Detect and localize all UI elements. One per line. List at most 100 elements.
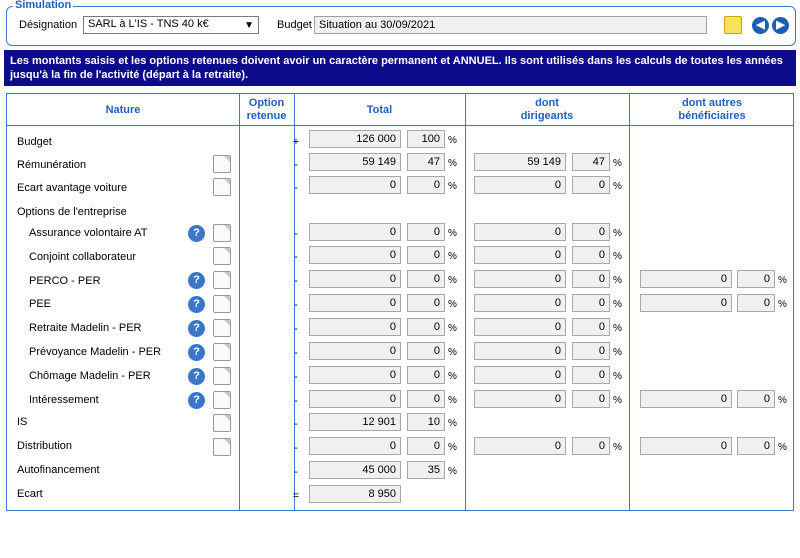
row-budget-total-pct[interactable]: 100 [407, 130, 445, 148]
row-remuneration-total-pct[interactable]: 47 [407, 153, 445, 171]
help-icon[interactable]: ? [188, 272, 205, 289]
row-ecart-voiture-total-pct[interactable]: 0 [407, 176, 445, 194]
row-retraite-dir[interactable]: 0 [474, 318, 566, 336]
row-chomage-dir[interactable]: 0 [474, 366, 566, 384]
row-prevoyance-dir[interactable]: 0 [474, 342, 566, 360]
row-chomage-dir-pct[interactable]: 0 [572, 366, 610, 384]
document-icon[interactable] [213, 414, 231, 432]
row-interessement-dir[interactable]: 0 [474, 390, 566, 408]
row-budget-total[interactable]: 126 000 [309, 130, 401, 148]
row-perco-aut[interactable]: 0 [640, 270, 732, 288]
row-assurance-dir-pct[interactable]: 0 [572, 223, 610, 241]
row-ecart-voiture-total[interactable]: 0 [309, 176, 401, 194]
row-retraite-total-pct[interactable]: 0 [407, 318, 445, 336]
row-prevoyance-dir-pct[interactable]: 0 [572, 342, 610, 360]
document-icon[interactable] [213, 319, 231, 337]
row-distribution-total-pct[interactable]: 0 [407, 437, 445, 455]
row-is-total-pct[interactable]: 10 [407, 413, 445, 431]
row-conjoint-total[interactable]: 0 [309, 246, 401, 264]
row-pee-dir[interactable]: 0 [474, 294, 566, 312]
row-distribution-aut-pct[interactable]: 0 [737, 437, 775, 455]
document-icon[interactable] [213, 295, 231, 313]
row-interessement-aut[interactable]: 0 [640, 390, 732, 408]
row-pee-total[interactable]: 0 [309, 294, 401, 312]
percent-symbol: % [448, 395, 457, 406]
row-distribution-dir-pct[interactable]: 0 [572, 437, 610, 455]
previous-icon[interactable]: ◀ [752, 17, 769, 34]
row-interessement-total-pct[interactable]: 0 [407, 390, 445, 408]
row-retraite-sign: - [294, 323, 298, 335]
help-icon[interactable]: ? [188, 344, 205, 361]
row-distribution-total[interactable]: 0 [309, 437, 401, 455]
document-icon[interactable] [213, 271, 231, 289]
row-pee-dir-pct[interactable]: 0 [572, 294, 610, 312]
row-perco-label: PERCO - PER [29, 275, 101, 287]
row-autofinancement-total-pct[interactable]: 35 [407, 461, 445, 479]
percent-symbol: % [448, 275, 457, 286]
row-retraite-dir-pct[interactable]: 0 [572, 318, 610, 336]
row-interessement-total[interactable]: 0 [309, 390, 401, 408]
row-interessement-aut-pct[interactable]: 0 [737, 390, 775, 408]
document-icon[interactable] [213, 247, 231, 265]
row-assurance-dir[interactable]: 0 [474, 223, 566, 241]
row-conjoint-total-pct[interactable]: 0 [407, 246, 445, 264]
row-assurance-total[interactable]: 0 [309, 223, 401, 241]
row-pee-aut[interactable]: 0 [640, 294, 732, 312]
row-perco-dir-pct[interactable]: 0 [572, 270, 610, 288]
col-nature: Nature [105, 104, 141, 116]
note-icon[interactable] [724, 16, 742, 34]
row-interessement-label: Intéressement [29, 394, 99, 406]
row-chomage-total-pct[interactable]: 0 [407, 366, 445, 384]
document-icon[interactable] [213, 178, 231, 196]
document-icon[interactable] [213, 391, 231, 409]
row-autofinancement-sign: - [294, 466, 298, 478]
help-icon[interactable]: ? [188, 392, 205, 409]
row-retraite-total[interactable]: 0 [309, 318, 401, 336]
document-icon[interactable] [213, 343, 231, 361]
row-perco-dir[interactable]: 0 [474, 270, 566, 288]
document-icon[interactable] [213, 224, 231, 242]
help-icon[interactable]: ? [188, 225, 205, 242]
header-divider [7, 125, 793, 126]
percent-symbol: % [778, 395, 787, 406]
help-icon[interactable]: ? [188, 368, 205, 385]
document-icon[interactable] [213, 367, 231, 385]
row-interessement-dir-pct[interactable]: 0 [572, 390, 610, 408]
row-remuneration-dir-pct[interactable]: 47 [572, 153, 610, 171]
percent-symbol: % [613, 275, 622, 286]
document-icon[interactable] [213, 155, 231, 173]
row-is-total[interactable]: 12 901 [309, 413, 401, 431]
col-total: Total [366, 104, 393, 116]
row-remuneration-total[interactable]: 59 149 [309, 153, 401, 171]
percent-symbol: % [448, 299, 457, 310]
row-prevoyance-total-pct[interactable]: 0 [407, 342, 445, 360]
percent-symbol: % [778, 275, 787, 286]
designation-select[interactable]: SARL à L'IS - TNS 40 k€ ▼ [83, 16, 259, 34]
row-prevoyance-total[interactable]: 0 [309, 342, 401, 360]
row-perco-total[interactable]: 0 [309, 270, 401, 288]
row-pee-aut-pct[interactable]: 0 [737, 294, 775, 312]
percent-symbol: % [448, 347, 457, 358]
row-ecart-voiture-dir-pct[interactable]: 0 [572, 176, 610, 194]
row-pee-total-pct[interactable]: 0 [407, 294, 445, 312]
row-conjoint-dir[interactable]: 0 [474, 246, 566, 264]
next-icon[interactable]: ▶ [772, 17, 789, 34]
row-remuneration-sign: - [294, 159, 298, 171]
percent-symbol: % [613, 371, 622, 382]
row-chomage-total[interactable]: 0 [309, 366, 401, 384]
row-remuneration-dir[interactable]: 59 149 [474, 153, 566, 171]
col-divider [239, 94, 240, 510]
help-icon[interactable]: ? [188, 296, 205, 313]
help-icon[interactable]: ? [188, 320, 205, 337]
row-distribution-aut[interactable]: 0 [640, 437, 732, 455]
percent-symbol: % [448, 228, 457, 239]
row-conjoint-dir-pct[interactable]: 0 [572, 246, 610, 264]
row-distribution-dir[interactable]: 0 [474, 437, 566, 455]
row-perco-total-pct[interactable]: 0 [407, 270, 445, 288]
row-assurance-total-pct[interactable]: 0 [407, 223, 445, 241]
row-ecart-voiture-dir[interactable]: 0 [474, 176, 566, 194]
document-icon[interactable] [213, 438, 231, 456]
row-autofinancement-total[interactable]: 45 000 [309, 461, 401, 479]
row-perco-aut-pct[interactable]: 0 [737, 270, 775, 288]
percent-symbol: % [448, 323, 457, 334]
